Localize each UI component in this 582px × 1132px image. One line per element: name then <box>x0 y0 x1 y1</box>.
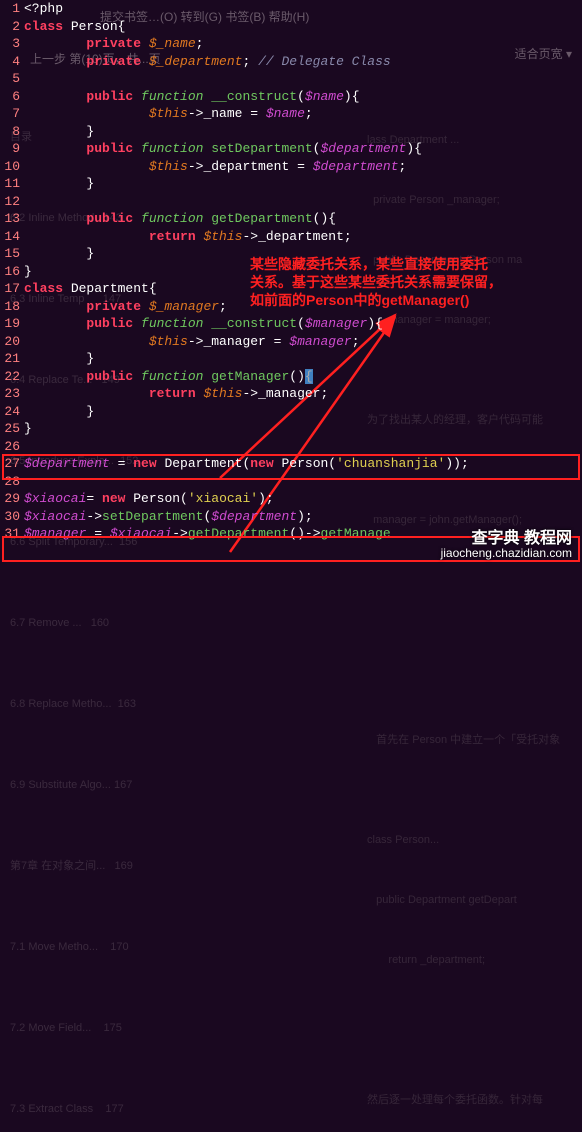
line-number: 3 <box>0 35 24 53</box>
code-line[interactable]: 10 $this->_department = $department; <box>0 158 582 176</box>
code-line[interactable]: 1<?php <box>0 0 582 18</box>
code-line[interactable]: 7 $this->_name = $name; <box>0 105 582 123</box>
line-number: 26 <box>0 438 24 456</box>
code-line[interactable]: 25} <box>0 420 582 438</box>
code-line[interactable]: 21 } <box>0 350 582 368</box>
cursor-bracket: { <box>305 369 313 384</box>
code-line[interactable]: 8 } <box>0 123 582 141</box>
line-number: 11 <box>0 175 24 193</box>
code-line[interactable]: 20 $this->_manager = $manager; <box>0 333 582 351</box>
line-number: 29 <box>0 490 24 508</box>
code-line[interactable]: 15 } <box>0 245 582 263</box>
line-number: 25 <box>0 420 24 438</box>
code-line[interactable]: 11 } <box>0 175 582 193</box>
watermark: 查字典 教程网 jiaocheng.chazidian.com <box>441 532 572 560</box>
code-line[interactable]: 27$department = new Department(new Perso… <box>0 455 582 473</box>
code-line[interactable]: 23 return $this->_manager; <box>0 385 582 403</box>
line-number: 28 <box>0 473 24 491</box>
code-line[interactable]: 14 return $this->_department; <box>0 228 582 246</box>
code-line[interactable]: 2class Person{ <box>0 18 582 36</box>
line-number: 27 <box>0 455 24 473</box>
line-number: 9 <box>0 140 24 158</box>
line-number: 8 <box>0 123 24 141</box>
code-line[interactable]: 29$xiaocai= new Person('xiaocai'); <box>0 490 582 508</box>
line-number: 12 <box>0 193 24 211</box>
code-line[interactable]: 5 <box>0 70 582 88</box>
code-line[interactable]: 16} <box>0 263 582 281</box>
line-number: 30 <box>0 508 24 526</box>
code-line[interactable]: 13 public function getDepartment(){ <box>0 210 582 228</box>
line-number: 22 <box>0 368 24 386</box>
line-number: 20 <box>0 333 24 351</box>
code-line[interactable]: 28 <box>0 473 582 491</box>
line-number: 21 <box>0 350 24 368</box>
line-number: 1 <box>0 0 24 18</box>
code-line[interactable]: 3 private $_name; <box>0 35 582 53</box>
line-number: 15 <box>0 245 24 263</box>
line-number: 10 <box>0 158 24 176</box>
line-number: 17 <box>0 280 24 298</box>
line-number: 13 <box>0 210 24 228</box>
code-line[interactable]: 18 private $_manager; <box>0 298 582 316</box>
line-number: 18 <box>0 298 24 316</box>
code-line[interactable]: 30$xiaocai->setDepartment($department); <box>0 508 582 526</box>
line-number: 31 <box>0 525 24 543</box>
code-line[interactable]: 4 private $_department; // Delegate Clas… <box>0 53 582 71</box>
line-number: 23 <box>0 385 24 403</box>
code-line[interactable]: 24 } <box>0 403 582 421</box>
line-number: 2 <box>0 18 24 36</box>
line-number: 6 <box>0 88 24 106</box>
code-line[interactable]: 12 <box>0 193 582 211</box>
line-number: 4 <box>0 53 24 71</box>
line-number: 14 <box>0 228 24 246</box>
line-number: 24 <box>0 403 24 421</box>
code-line[interactable]: 9 public function setDepartment($departm… <box>0 140 582 158</box>
line-number: 5 <box>0 70 24 88</box>
line-number: 16 <box>0 263 24 281</box>
code-line[interactable]: 26 <box>0 438 582 456</box>
line-number: 7 <box>0 105 24 123</box>
line-number: 19 <box>0 315 24 333</box>
code-line[interactable]: 19 public function __construct($manager)… <box>0 315 582 333</box>
code-line[interactable]: 17class Department{ <box>0 280 582 298</box>
code-editor[interactable]: 1<?php 2class Person{ 3 private $_name; … <box>0 0 582 543</box>
code-line[interactable]: 6 public function __construct($name){ <box>0 88 582 106</box>
code-line[interactable]: 22 public function getManager(){ <box>0 368 582 386</box>
